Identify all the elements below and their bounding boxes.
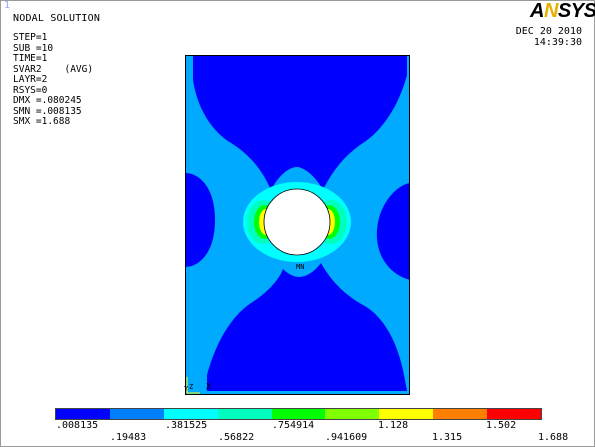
legend-swatch <box>325 409 380 419</box>
legend-swatch <box>109 409 164 419</box>
axis-x-label: X <box>206 382 211 391</box>
legend-swatch <box>163 409 218 419</box>
contour-plot <box>185 55 410 395</box>
time-text: 14:39:30 <box>533 37 582 48</box>
window-number: 1 <box>4 0 11 11</box>
legend-swatch <box>271 409 326 419</box>
legend-swatch <box>433 409 488 419</box>
ansys-logo: ANSYS <box>530 0 595 22</box>
legend-swatch <box>487 409 542 419</box>
legend-swatch <box>379 409 434 419</box>
min-node-label: MN <box>296 263 305 271</box>
info-line: DMX =.080245 <box>13 95 82 106</box>
info-line: LAYR=2 <box>13 74 48 85</box>
legend-swatch <box>56 409 110 419</box>
axis-triad: Y Z X <box>184 377 211 394</box>
info-line: STEP=1 <box>13 32 48 43</box>
legend-swatch <box>217 409 272 419</box>
date-text: DEC 20 2010 <box>515 26 582 37</box>
solution-info: STEP=1 SUB =10 TIME=1 SVAR2 (AVG) LAYR=2… <box>13 32 93 128</box>
plot-title: NODAL SOLUTION <box>13 13 101 24</box>
hole <box>263 188 331 256</box>
info-line: SMX =1.688 <box>13 116 71 127</box>
info-line: TIME=1 <box>13 53 48 64</box>
timestamp: DEC 20 2010 14:39:30 <box>516 26 582 48</box>
axis-z-label: Z <box>189 383 193 391</box>
color-legend <box>55 408 542 420</box>
